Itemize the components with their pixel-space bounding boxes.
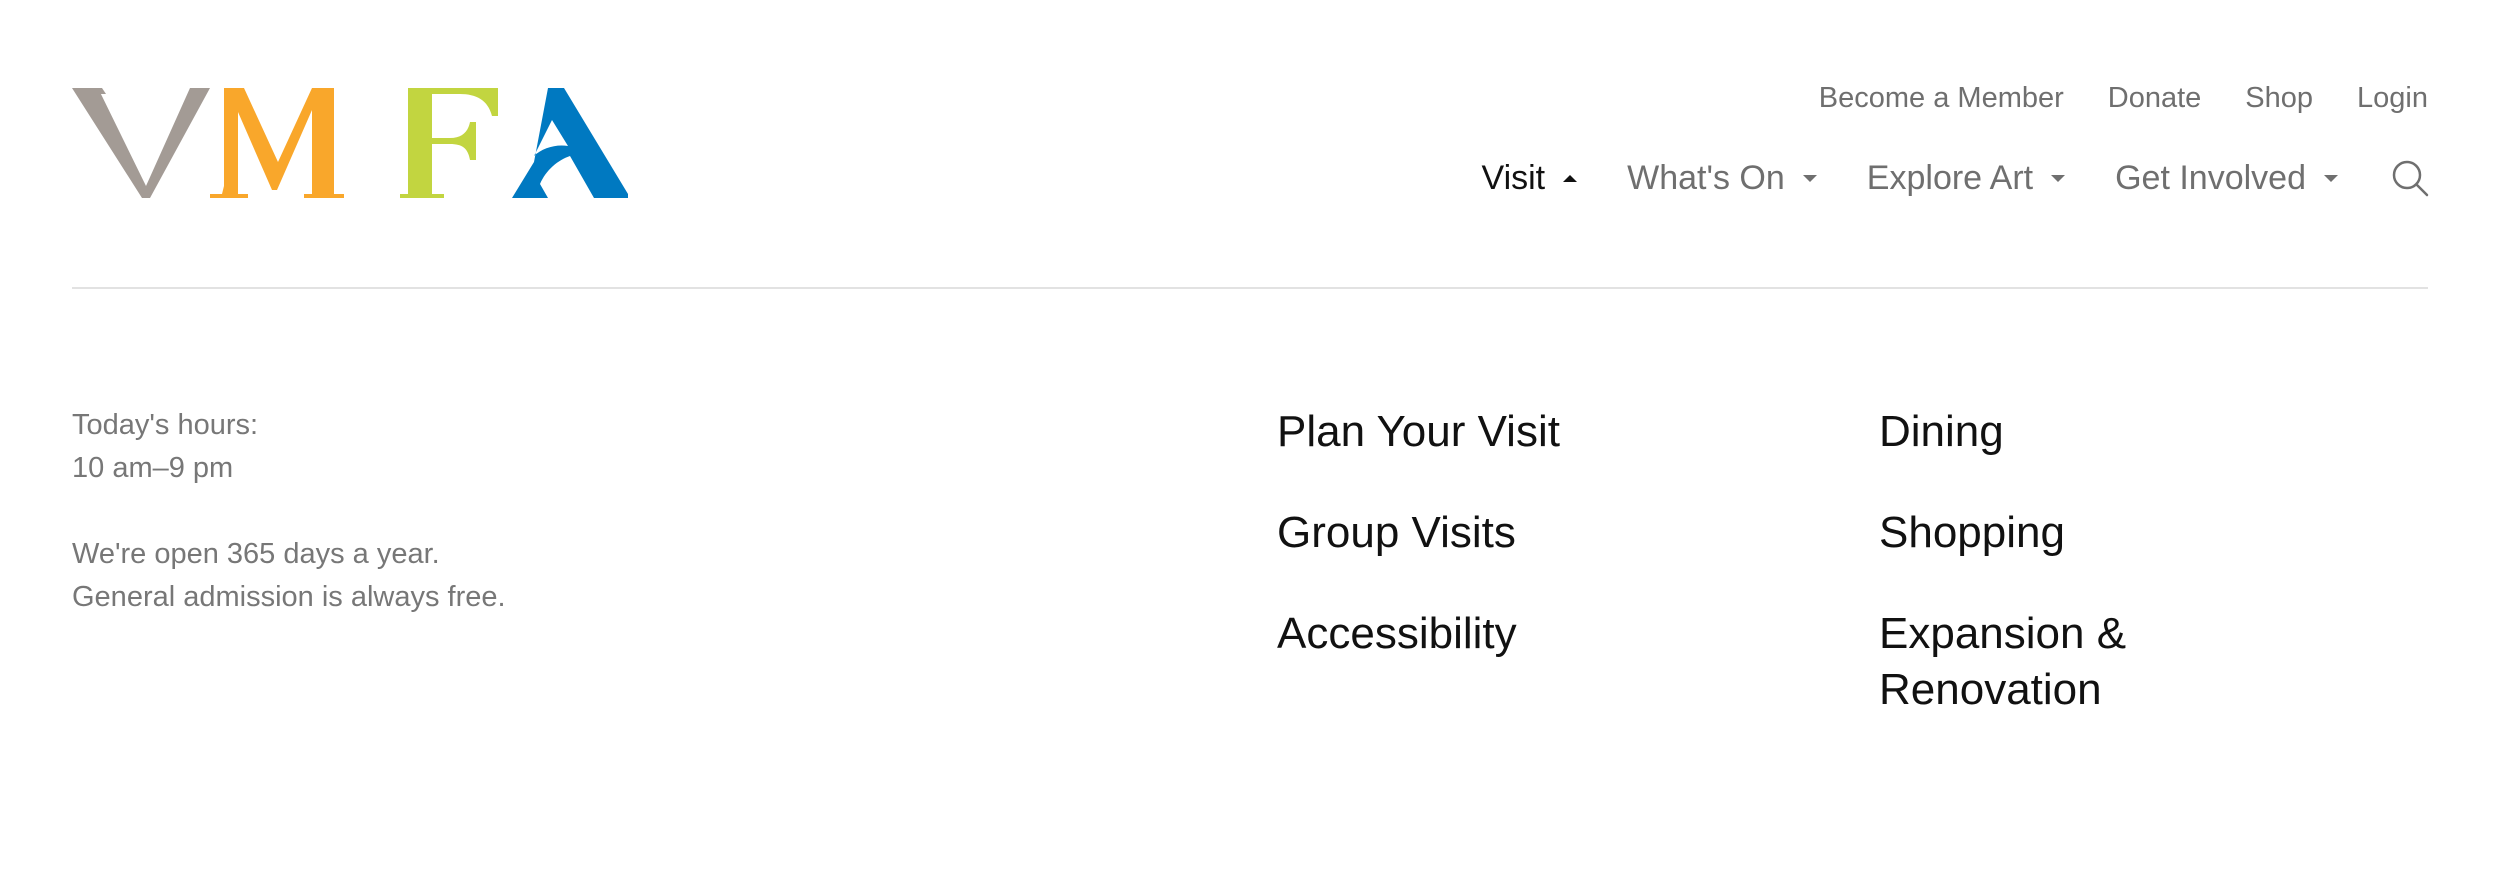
nav-item-explore-art-label: Explore Art <box>1866 158 2034 197</box>
chevron-down-icon <box>1802 174 1817 182</box>
hours-label: Today's hours: <box>72 409 259 441</box>
donate-link[interactable]: Donate <box>2108 82 2202 115</box>
chevron-down-icon <box>2324 174 2338 182</box>
vmfa-logo[interactable] <box>72 86 628 200</box>
accessibility-link[interactable]: Accessibility <box>1277 606 1797 662</box>
nav-item-get-involved[interactable]: Get Involved <box>2115 159 2338 198</box>
nav-item-get-involved-label: Get Involved <box>2115 158 2306 197</box>
nav-item-whats-on[interactable]: What's On <box>1627 159 1817 198</box>
header-divider <box>72 287 2428 289</box>
free-admission-text: General admission is always free. <box>72 581 506 613</box>
visit-menu-column-2: Dining Shopping Expansion & Renovation <box>1879 404 2399 763</box>
hours-value: 10 am–9 pm <box>72 452 234 484</box>
login-link[interactable]: Login <box>2357 82 2428 115</box>
shop-link[interactable]: Shop <box>2245 82 2313 115</box>
plan-your-visit-link[interactable]: Plan Your Visit <box>1277 404 1797 460</box>
nav-item-whats-on-label: What's On <box>1627 158 1785 197</box>
nav-item-visit-label: Visit <box>1481 158 1546 197</box>
shopping-link[interactable]: Shopping <box>1879 505 2399 561</box>
vmfa-logo-mark <box>72 88 628 198</box>
open-days-text: We're open 365 days a year. <box>72 538 440 570</box>
nav-item-explore-art[interactable]: Explore Art <box>1866 158 2066 198</box>
search-button[interactable] <box>2388 156 2432 200</box>
dining-link[interactable]: Dining <box>1879 404 2399 460</box>
utility-nav: Become a Member Donate Shop Login <box>1819 82 2428 115</box>
chevron-up-icon <box>1563 174 1578 182</box>
visit-hours-info: Today's hours: 10 am–9 pm We're open 365… <box>72 404 506 619</box>
nav-item-visit[interactable]: Visit <box>1482 159 1578 198</box>
visit-menu-column-1: Plan Your Visit Group Visits Accessibili… <box>1277 404 1797 707</box>
search-icon <box>2392 160 2429 197</box>
expansion-renovation-link[interactable]: Expansion & Renovation <box>1879 606 2179 718</box>
become-member-link[interactable]: Become a Member <box>1819 82 2064 115</box>
main-nav: Visit What's On Explore Art Get Involved <box>1482 156 2429 200</box>
group-visits-link[interactable]: Group Visits <box>1277 505 1797 561</box>
chevron-down-icon <box>2051 174 2066 182</box>
